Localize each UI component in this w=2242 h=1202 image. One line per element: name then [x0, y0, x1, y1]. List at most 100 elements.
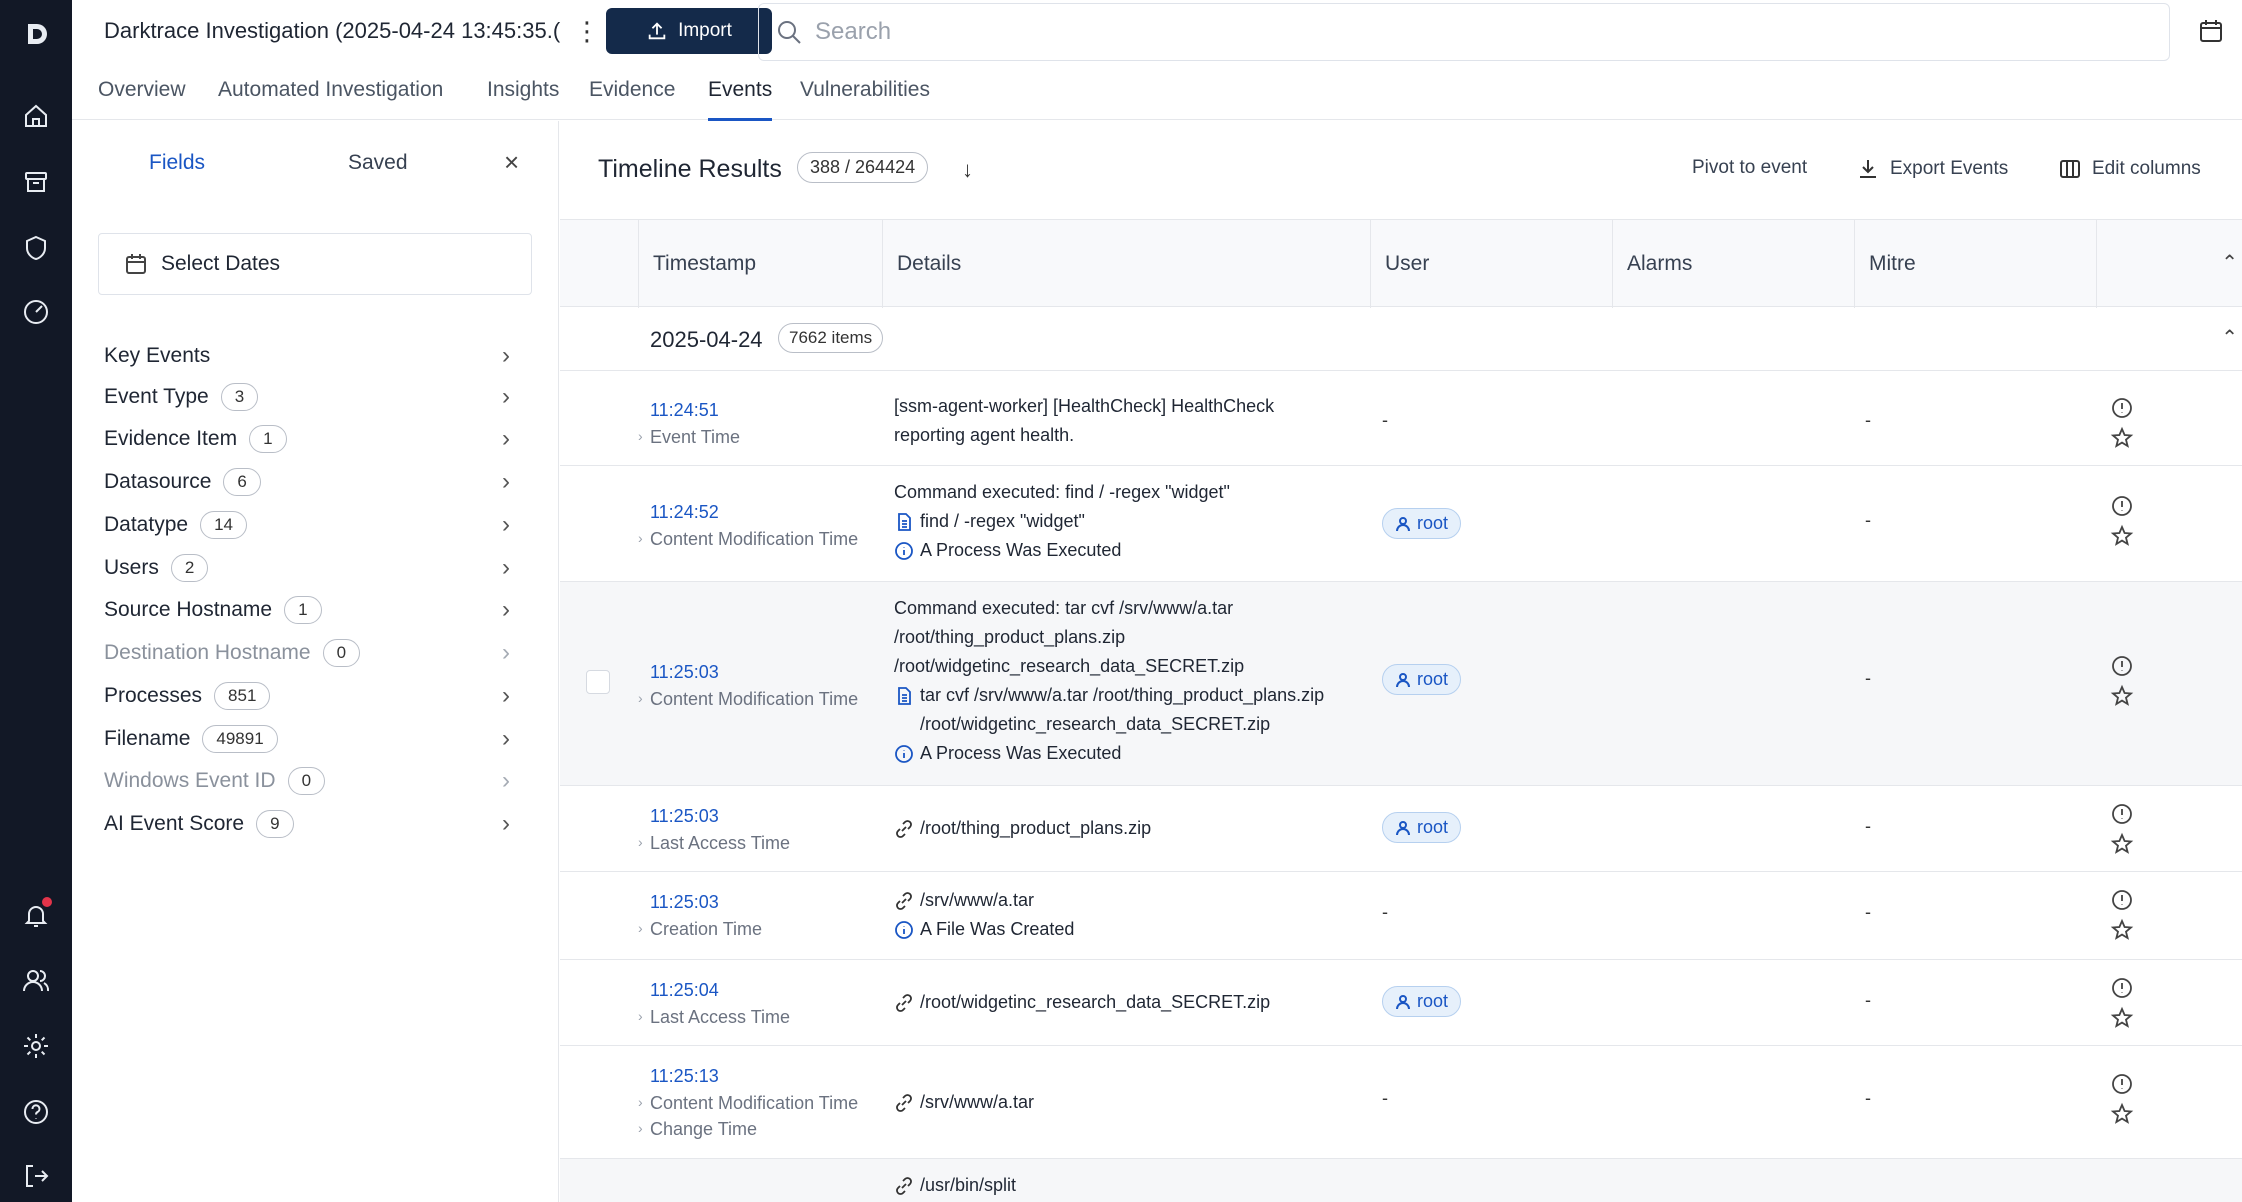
import-button[interactable]: Import [606, 8, 772, 54]
kebab-menu-icon[interactable]: ⋮ [574, 16, 600, 47]
info-icon[interactable] [2110, 396, 2134, 420]
file-path[interactable]: /srv/www/a.tar [920, 1088, 1034, 1117]
file-path[interactable]: /root/thing_product_plans.zip [920, 814, 1151, 843]
archive-icon[interactable] [18, 164, 54, 200]
collapse-up-icon[interactable]: ⌃ [2221, 250, 2238, 275]
file-path[interactable]: /usr/bin/split [920, 1171, 1016, 1200]
users-icon[interactable] [18, 963, 54, 999]
tab-insights[interactable]: Insights [487, 78, 559, 102]
column-mitre[interactable]: Mitre [1854, 220, 2096, 308]
process-command[interactable]: tar cvf /srv/www/a.tar /root/thing_produ… [920, 681, 1324, 710]
tab-evidence[interactable]: Evidence [589, 78, 675, 102]
time-type: Change Time [638, 1115, 858, 1142]
star-icon[interactable] [2110, 918, 2134, 942]
logout-icon[interactable] [18, 1158, 54, 1194]
field-source-hostname[interactable]: Source Hostname 1 › [104, 590, 522, 630]
search-input[interactable] [815, 18, 2015, 46]
user-name: root [1417, 817, 1449, 837]
table-row[interactable]: 11:24:51 Event Time [ssm-agent-worker] [… [560, 380, 2242, 466]
collapse-up-icon[interactable]: ⌃ [2221, 325, 2238, 350]
event-time[interactable]: 11:24:51 [650, 396, 740, 424]
column-timestamp[interactable]: Timestamp [638, 220, 884, 308]
table-row[interactable]: 11:24:52 Content Modification Time Comma… [560, 466, 2242, 582]
table-row[interactable]: /usr/bin/split [560, 1159, 2242, 1202]
star-icon[interactable] [2110, 524, 2134, 548]
arrow-down-icon[interactable]: ↓ [962, 157, 973, 183]
user-cell: root [1382, 508, 1462, 539]
pivot-to-event-button[interactable]: Pivot to event [1692, 157, 1807, 179]
tab-fields[interactable]: Fields [149, 151, 205, 175]
info-icon[interactable] [2110, 976, 2134, 1000]
table-row[interactable]: 11:25:04 Last Access Time /root/widgetin… [560, 960, 2242, 1046]
field-destination-hostname[interactable]: Destination Hostname 0 › [104, 633, 522, 673]
field-ai-event-score[interactable]: AI Event Score 9 › [104, 804, 522, 844]
info-icon[interactable] [2110, 888, 2134, 912]
field-event-type[interactable]: Event Type 3 › [104, 377, 522, 417]
field-windows-event-id[interactable]: Windows Event ID 0 › [104, 761, 522, 801]
table-row[interactable]: 11:25:03 Creation Time /srv/www/a.tar A … [560, 872, 2242, 960]
timeline-main: Timeline Results 388 / 264424 ↓ Pivot to… [560, 121, 2242, 1202]
export-events-button[interactable]: Export Events [1856, 157, 2008, 181]
star-icon[interactable] [2110, 1006, 2134, 1030]
event-time[interactable]: 11:24:52 [650, 498, 858, 526]
field-processes[interactable]: Processes 851 › [104, 676, 522, 716]
info-icon[interactable] [2110, 654, 2134, 678]
tab-vulnerabilities[interactable]: Vulnerabilities [800, 78, 930, 102]
select-dates-button[interactable]: Select Dates [98, 233, 532, 295]
event-time[interactable]: 11:25:03 [650, 888, 762, 916]
event-time[interactable]: 11:25:13 [650, 1062, 858, 1090]
user-chip[interactable]: root [1382, 986, 1462, 1017]
tab-events[interactable]: Events [708, 78, 773, 121]
tab-overview[interactable]: Overview [98, 78, 186, 102]
settings-gear-icon[interactable] [18, 1028, 54, 1064]
details-cell: /root/widgetinc_research_data_SECRET.zip [894, 988, 1374, 1017]
star-icon[interactable] [2110, 1102, 2134, 1126]
field-key-events[interactable]: Key Events › [104, 336, 522, 376]
field-datasource[interactable]: Datasource 6 › [104, 462, 522, 502]
column-details[interactable]: Details [882, 220, 1370, 308]
process-command[interactable]: find / -regex "widget" [920, 507, 1085, 536]
table-row[interactable]: 11:25:03 Last Access Time /root/thing_pr… [560, 786, 2242, 872]
star-icon[interactable] [2110, 426, 2134, 450]
event-description: A Process Was Executed [920, 743, 1122, 763]
tab-saved[interactable]: Saved [348, 151, 408, 175]
calendar-icon[interactable] [2198, 18, 2224, 44]
detail-line: A Process Was Executed [894, 739, 1374, 768]
table-row[interactable]: 11:25:13 Content Modification Time Chang… [560, 1046, 2242, 1159]
event-time[interactable]: 11:25:03 [650, 802, 790, 830]
bell-icon[interactable] [18, 897, 54, 933]
field-users[interactable]: Users 2 › [104, 548, 522, 588]
user-chip[interactable]: root [1382, 664, 1462, 695]
edit-columns-button[interactable]: Edit columns [2058, 157, 2201, 181]
row-checkbox[interactable] [586, 670, 610, 694]
field-filename[interactable]: Filename 49891 › [104, 719, 522, 759]
darktrace-logo-icon[interactable] [18, 16, 54, 52]
column-alarms[interactable]: Alarms [1612, 220, 1856, 308]
date-group-row[interactable]: 2025-04-24 7662 items ⌃ [560, 307, 2242, 371]
field-datatype[interactable]: Datatype 14 › [104, 505, 522, 545]
column-user[interactable]: User [1370, 220, 1614, 308]
field-evidence-item[interactable]: Evidence Item 1 › [104, 419, 522, 459]
star-icon[interactable] [2110, 684, 2134, 708]
user-chip[interactable]: root [1382, 812, 1462, 843]
user-icon [1396, 672, 1410, 687]
timestamp-cell: 11:24:51 Event Time [638, 396, 740, 450]
details-cell: Command executed: tar cvf /srv/www/a.tar… [894, 594, 1374, 768]
file-path[interactable]: /srv/www/a.tar [920, 886, 1034, 915]
search-bar[interactable] [758, 3, 2170, 61]
event-time[interactable]: 11:25:03 [650, 658, 858, 686]
gauge-icon[interactable] [18, 294, 54, 330]
user-chip[interactable]: root [1382, 508, 1462, 539]
info-icon[interactable] [2110, 1072, 2134, 1096]
close-panel-icon[interactable]: × [504, 147, 519, 178]
shield-icon[interactable] [18, 230, 54, 266]
home-icon[interactable] [18, 98, 54, 134]
table-row[interactable]: 11:25:03 Content Modification Time Comma… [560, 582, 2242, 786]
event-time[interactable]: 11:25:04 [650, 976, 790, 1004]
file-path[interactable]: /root/widgetinc_research_data_SECRET.zip [920, 988, 1270, 1017]
help-icon[interactable] [18, 1094, 54, 1130]
info-icon[interactable] [2110, 802, 2134, 826]
star-icon[interactable] [2110, 832, 2134, 856]
tab-automated-investigation[interactable]: Automated Investigation [218, 78, 443, 102]
info-icon[interactable] [2110, 494, 2134, 518]
